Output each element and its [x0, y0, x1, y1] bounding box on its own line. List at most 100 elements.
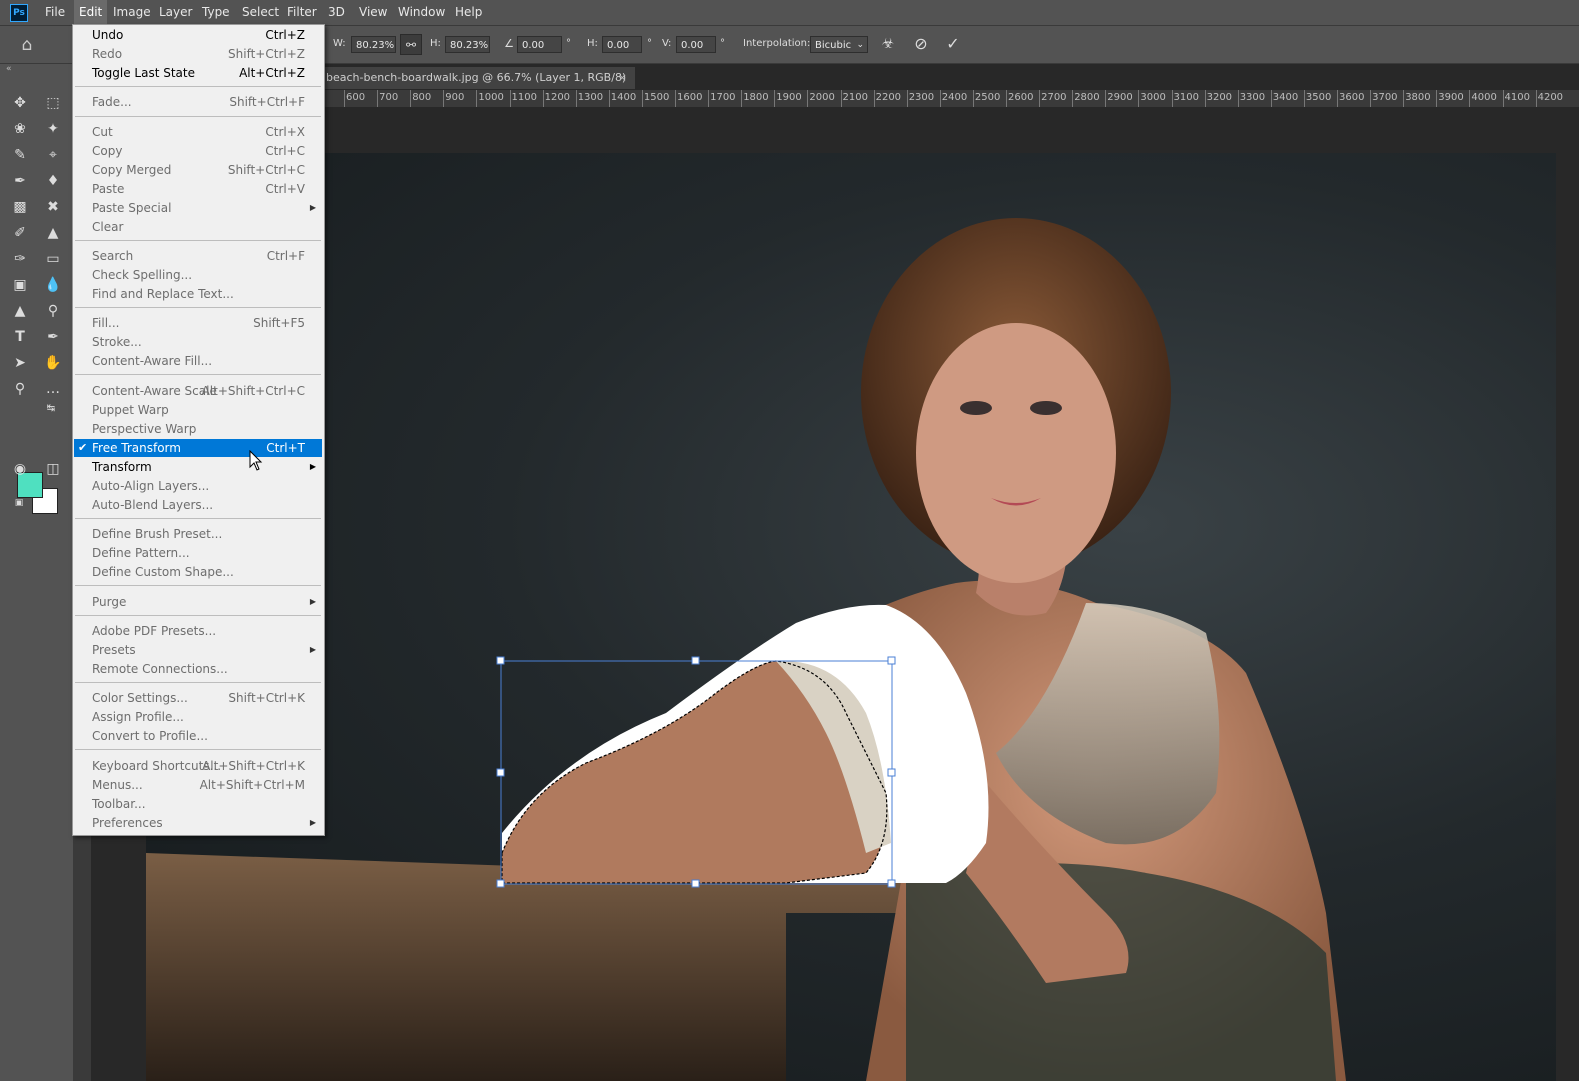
menu-keyboard-shortcuts[interactable]: Keyboard Shortcuts... Alt+Shift+Ctrl+K — [74, 757, 322, 775]
angle-field[interactable]: 0.00 — [517, 36, 562, 53]
marquee-tool-icon[interactable]: ⬚ — [41, 92, 65, 114]
frame-tool-icon[interactable]: ▩ — [8, 196, 32, 218]
menu-filter[interactable]: Filter — [282, 0, 322, 25]
path-select-tool-icon[interactable]: ➤ — [8, 352, 32, 374]
menu-fade[interactable]: Fade... Shift+Ctrl+F — [74, 93, 322, 111]
menu-3d[interactable]: 3D — [323, 0, 350, 25]
default-colors-icon[interactable]: ▣ — [12, 496, 26, 510]
menu-assign-profile[interactable]: Assign Profile... — [74, 708, 322, 726]
menu-transform[interactable]: Transform ▶ — [74, 458, 322, 476]
menu-select[interactable]: Select — [237, 0, 284, 25]
menu-presets[interactable]: Presets ▶ — [74, 641, 322, 659]
more-tools-icon[interactable]: … — [41, 378, 65, 400]
home-icon[interactable]: ⌂ — [14, 34, 40, 56]
menu-paste-special[interactable]: Paste Special ▶ — [74, 199, 322, 217]
ruler-tick — [509, 90, 511, 107]
menu-toggle-last-state[interactable]: Toggle Last State Alt+Ctrl+Z — [74, 64, 322, 82]
quick-mask-icon[interactable]: ◉ — [8, 458, 32, 480]
menu-help[interactable]: Help — [450, 0, 487, 25]
menu-view[interactable]: View — [354, 0, 392, 25]
menu-define-pattern[interactable]: Define Pattern... — [74, 544, 322, 562]
menu-color-settings[interactable]: Color Settings... Shift+Ctrl+K — [74, 689, 322, 707]
menu-check-spelling[interactable]: Check Spelling... — [74, 266, 322, 284]
healing-tool-icon[interactable]: ✖ — [41, 196, 65, 218]
menu-perspective-warp[interactable]: Perspective Warp — [74, 420, 322, 438]
menu-type[interactable]: Type — [197, 0, 235, 25]
menu-window[interactable]: Window — [393, 0, 450, 25]
warp-mode-icon[interactable]: ☣ — [877, 34, 899, 54]
menu-menus[interactable]: Menus... Alt+Shift+Ctrl+M — [74, 776, 322, 794]
menu-define-brush[interactable]: Define Brush Preset... — [74, 525, 322, 543]
menu-stroke[interactable]: Stroke... — [74, 333, 322, 351]
menu-clear[interactable]: Clear — [74, 218, 322, 236]
menu-image[interactable]: Image — [108, 0, 156, 25]
ruler-tick — [1370, 90, 1372, 107]
type-tool-icon[interactable]: T — [8, 326, 32, 348]
menu-cut[interactable]: Cut Ctrl+X — [74, 123, 322, 141]
menu-free-transform[interactable]: ✔ Free Transform Ctrl+T — [74, 439, 322, 457]
interpolation-label: Interpolation: — [743, 38, 811, 49]
menu-paste[interactable]: Paste Ctrl+V — [74, 180, 322, 198]
menu-auto-align[interactable]: Auto-Align Layers... — [74, 477, 322, 495]
ruler-tick-label: 3100 — [1173, 92, 1199, 103]
quick-select-tool-icon[interactable]: ✎ — [8, 144, 32, 166]
history-brush-tool-icon[interactable]: ✑ — [8, 248, 32, 270]
paint-bucket-tool-icon[interactable]: ♦ — [41, 170, 65, 192]
ruler-tick — [1303, 90, 1305, 107]
menu-define-shape[interactable]: Define Custom Shape... — [74, 563, 322, 581]
lasso-tool-icon[interactable]: ❀ — [8, 118, 32, 140]
document-tab[interactable]: beach-bench-boardwalk.jpg @ 66.7% (Layer… — [323, 67, 635, 106]
commit-transform-icon[interactable]: ✓ — [942, 34, 964, 54]
gradient-tool-icon[interactable]: ▣ — [8, 274, 32, 296]
menu-copy[interactable]: Copy Ctrl+C — [74, 142, 322, 160]
blur-tool-icon[interactable]: 💧 — [41, 274, 65, 296]
menu-remote-connections[interactable]: Remote Connections... — [74, 660, 322, 678]
move-tool-icon[interactable]: ✥ — [8, 92, 32, 114]
menu-preferences[interactable]: Preferences ▶ — [74, 814, 322, 832]
menu-find-replace[interactable]: Find and Replace Text... — [74, 285, 322, 303]
pen-tool-icon[interactable]: ✒ — [41, 326, 65, 348]
hand-tool-icon[interactable]: ✋ — [41, 352, 65, 374]
menu-undo[interactable]: Undo Ctrl+Z — [74, 26, 322, 44]
swap-colors-icon[interactable]: ↹ — [44, 402, 58, 416]
vskew-field[interactable]: 0.00 — [676, 36, 716, 53]
menu-bar: Ps File Edit Image Layer Type Select Fil… — [0, 0, 1579, 26]
menu-layer[interactable]: Layer — [154, 0, 197, 25]
link-icon[interactable]: ⚯ — [400, 34, 422, 55]
stamp-tool-icon[interactable]: ▲ — [41, 222, 65, 244]
menu-purge[interactable]: Purge ▶ — [74, 593, 322, 611]
document-canvas[interactable] — [146, 153, 1556, 1081]
sharpen-tool-icon[interactable]: ▲ — [8, 300, 32, 322]
screen-mode-icon[interactable]: ◫ — [41, 458, 65, 480]
menu-fill[interactable]: Fill... Shift+F5 — [74, 314, 322, 332]
dodge-tool-icon[interactable]: ⚲ — [41, 300, 65, 322]
menu-content-aware-scale[interactable]: Content-Aware Scale Alt+Shift+Ctrl+C — [74, 382, 322, 400]
menu-content-aware-fill[interactable]: Content-Aware Fill... — [74, 352, 322, 370]
menu-pdf-presets[interactable]: Adobe PDF Presets... — [74, 622, 322, 640]
hskew-field[interactable]: 0.00 — [602, 36, 642, 53]
eraser-tool-icon[interactable]: ▭ — [41, 248, 65, 270]
menu-convert-profile[interactable]: Convert to Profile... — [74, 727, 322, 745]
menu-search[interactable]: Search Ctrl+F — [74, 247, 322, 265]
height-field[interactable]: 80.23% — [445, 36, 490, 53]
ruler-tick-label: 700 — [379, 92, 399, 103]
ruler-tick — [377, 90, 379, 107]
menu-copy-merged[interactable]: Copy Merged Shift+Ctrl+C — [74, 161, 322, 179]
menu-puppet-warp[interactable]: Puppet Warp — [74, 401, 322, 419]
menu-edit[interactable]: Edit — [74, 0, 108, 25]
menu-redo[interactable]: Redo Shift+Ctrl+Z — [74, 45, 322, 63]
width-label: W: — [333, 38, 346, 49]
collapse-icon[interactable]: « — [6, 64, 12, 74]
close-icon[interactable]: × — [618, 67, 627, 89]
menu-file[interactable]: File — [40, 0, 70, 25]
object-select-tool-icon[interactable]: ✦ — [41, 118, 65, 140]
brush-tool-icon[interactable]: ✐ — [8, 222, 32, 244]
crop-tool-icon[interactable]: ⌖ — [41, 144, 65, 166]
cancel-transform-icon[interactable]: ⊘ — [910, 34, 932, 54]
interpolation-select[interactable]: Bicubic ⌄ — [810, 36, 868, 53]
menu-auto-blend[interactable]: Auto-Blend Layers... — [74, 496, 322, 514]
menu-toolbar[interactable]: Toolbar... — [74, 795, 322, 813]
eyedropper-tool-icon[interactable]: ✒ — [8, 170, 32, 192]
zoom-tool-icon[interactable]: ⚲ — [8, 378, 32, 400]
width-field[interactable]: 80.23% — [351, 36, 396, 53]
